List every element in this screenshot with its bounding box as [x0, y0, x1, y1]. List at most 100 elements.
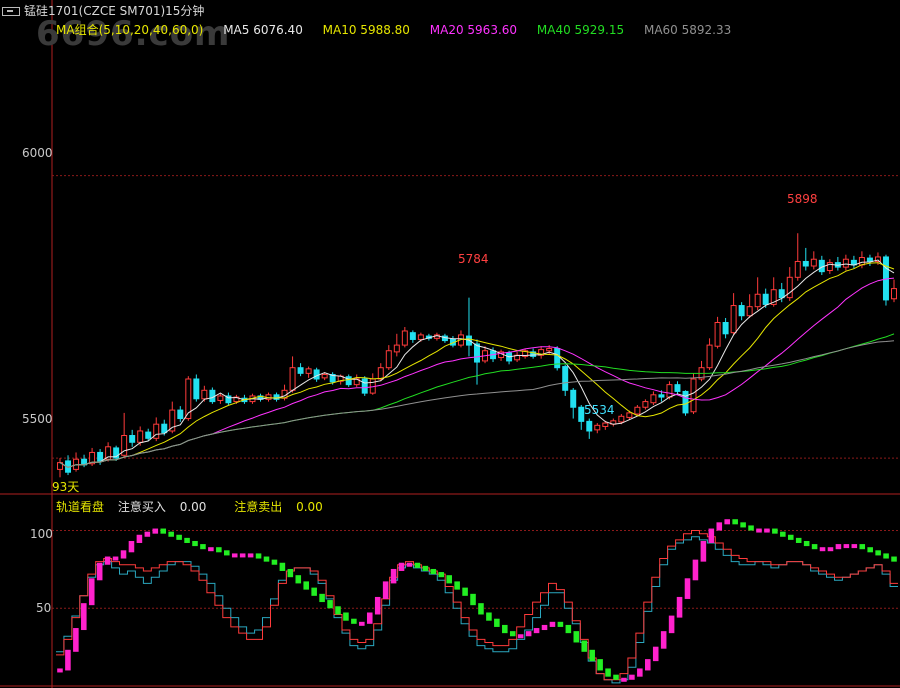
candle: [361, 376, 368, 396]
kline-chart-canvas[interactable]: [0, 0, 900, 688]
indicator-bar: [875, 550, 881, 556]
price-axis-label-5500: 5500: [22, 412, 53, 426]
indicator-bar: [621, 677, 627, 682]
indicator-bar: [438, 572, 445, 578]
indicator-axis-label-100: 100: [30, 527, 53, 541]
indicator-bar: [541, 624, 548, 631]
indicator-bar: [660, 631, 667, 649]
indicator-bar: [311, 587, 317, 596]
indicator-bar: [549, 621, 556, 627]
ma40-legend: MA40 5929.15: [536, 23, 625, 37]
indicator-bar: [637, 668, 643, 677]
sell-signal-value: 0.00: [296, 500, 323, 514]
indicator-bar: [724, 519, 730, 525]
candle-body: [193, 378, 200, 400]
indicator-bar: [422, 565, 429, 571]
indicator-bar: [772, 528, 778, 534]
candle-body: [810, 258, 817, 267]
indicator-bar: [668, 615, 675, 634]
chart-title: 锰硅1701(CZCE SM701)15分钟: [24, 4, 205, 18]
indicator-bar: [160, 528, 167, 534]
candle-body: [866, 257, 873, 262]
price-high-marker-2: 5898: [787, 192, 818, 206]
candle-body: [842, 258, 849, 268]
candle-body: [97, 451, 104, 462]
indicator-bar: [152, 528, 159, 534]
indicator-bar: [208, 547, 214, 552]
indicator-bar: [81, 603, 87, 631]
indicator-bar: [859, 544, 866, 550]
candle-body: [794, 260, 801, 278]
candle: [554, 346, 561, 371]
indicator-bar: [748, 525, 754, 531]
candle-body: [738, 305, 745, 317]
day-count-label: 93天: [52, 480, 80, 494]
candle-body: [546, 347, 553, 352]
candle-body: [401, 330, 408, 346]
candle-body: [754, 293, 761, 308]
indicator-bar: [533, 628, 540, 634]
indicator-bar: [573, 631, 580, 643]
indicator-bar: [112, 556, 119, 561]
candle-body: [602, 422, 609, 427]
candle-body: [145, 431, 152, 439]
indicator-bar: [597, 659, 603, 671]
candle-body: [762, 293, 769, 305]
indicator-bar: [446, 575, 452, 584]
indicator-bar: [374, 596, 381, 615]
indicator-bar: [176, 534, 182, 540]
indicator-bar: [509, 631, 516, 637]
candle-body: [393, 344, 400, 353]
indicator-bar: [406, 562, 413, 567]
candle-body: [706, 344, 713, 369]
indicator-bar: [851, 544, 858, 549]
indicator-bar: [700, 540, 707, 562]
candle-body: [474, 343, 480, 363]
indicator-bar: [144, 531, 151, 537]
candle-body: [562, 366, 569, 391]
indicator-bar: [303, 581, 309, 590]
candle-body: [209, 389, 216, 403]
indicator-bar: [470, 593, 476, 606]
indicator-bar: [478, 603, 484, 615]
candle-body: [217, 395, 224, 401]
candle-body: [586, 420, 593, 432]
indicator-bar: [319, 593, 325, 603]
candle-body: [201, 389, 208, 400]
candle-body: [129, 435, 136, 443]
indicator-bar: [192, 540, 198, 547]
indicator-bar: [231, 553, 238, 558]
candle-body: [409, 332, 416, 340]
indicator-bar: [486, 612, 492, 621]
buy-signal-value: 0.00: [179, 500, 207, 514]
candle-body: [385, 350, 392, 369]
indicator-bar: [652, 646, 659, 662]
window-restore-icon[interactable]: [2, 7, 20, 16]
indicator-bar: [390, 568, 397, 584]
indicator-bar: [462, 587, 468, 596]
indicator-bar: [525, 631, 532, 637]
candle-body: [177, 409, 184, 420]
indicator-bar: [88, 578, 95, 606]
indicator-bar: [589, 649, 595, 662]
ma60-legend: MA60 5892.33: [643, 23, 732, 37]
indicator-bar: [692, 559, 699, 581]
ma5-legend: MA5 6076.40: [223, 23, 303, 37]
price-low-marker: 5534: [584, 403, 615, 417]
indicator-bar: [382, 581, 389, 599]
indicator-name[interactable]: 轨道看盘: [56, 500, 104, 514]
price-high-marker: 5784: [458, 252, 489, 266]
ma-legend: MA组合(5,10,20,40,60,0) MA5 6076.40 MA10 5…: [56, 21, 747, 38]
indicator-bar: [827, 547, 834, 552]
indicator-bar: [867, 547, 873, 553]
ma-group-label[interactable]: MA组合(5,10,20,40,60,0): [56, 23, 203, 37]
ma10-legend: MA10 5988.80: [322, 23, 410, 37]
candle-body: [642, 401, 649, 408]
buy-signal-label: 注意买入: [117, 500, 166, 514]
candle: [209, 387, 216, 404]
candle-body: [730, 305, 737, 334]
candle-body: [858, 257, 865, 266]
candle-body: [361, 378, 368, 394]
candle: [882, 254, 889, 306]
indicator-bar: [565, 624, 572, 634]
